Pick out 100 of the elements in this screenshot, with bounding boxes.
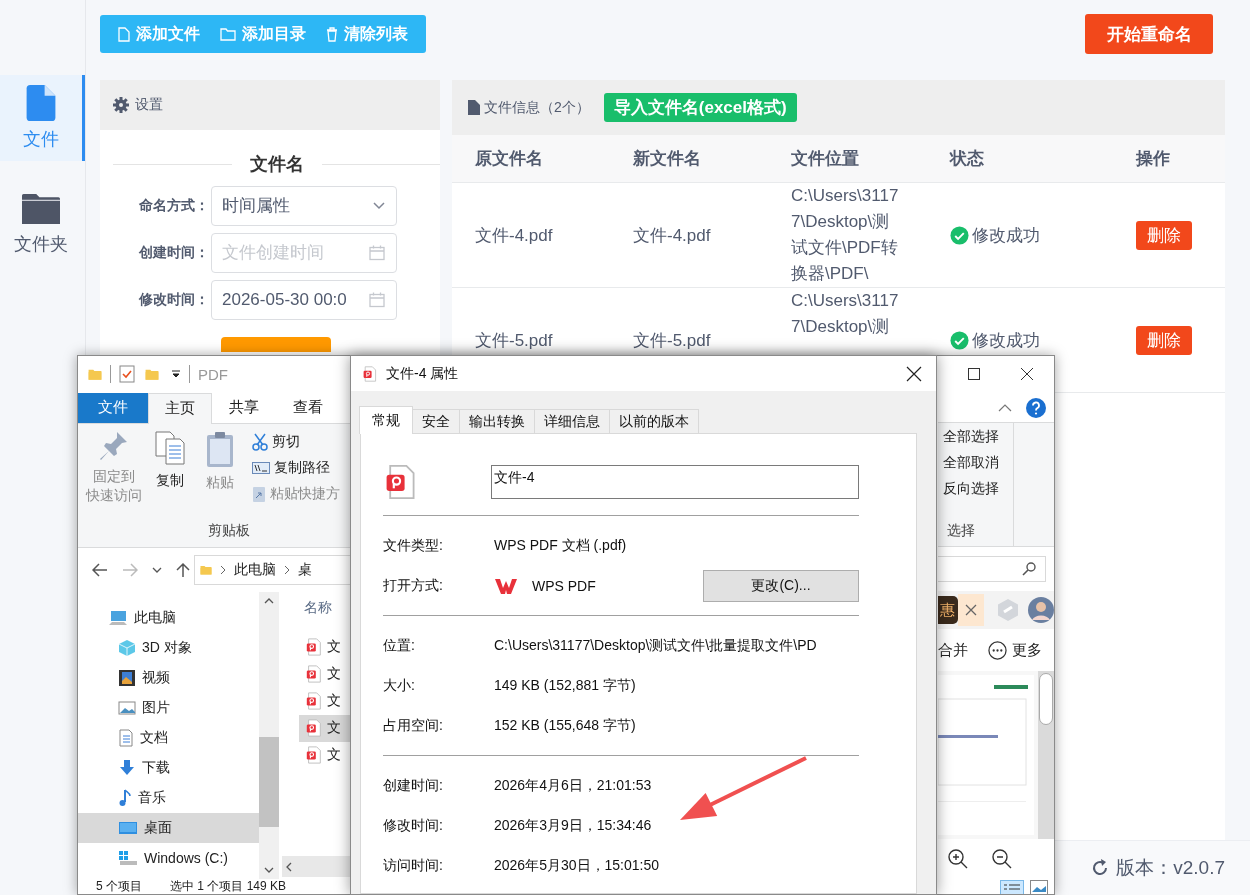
more-button[interactable]: 更多	[988, 640, 1042, 660]
nav-item[interactable]: 此电脑	[78, 602, 259, 633]
property-label: 位置:	[383, 637, 416, 655]
caret-up-icon	[264, 597, 274, 604]
scrollbar[interactable]	[259, 591, 279, 880]
delete-button[interactable]: 删除	[1136, 325, 1192, 355]
field-label: 修改时间：	[138, 290, 210, 309]
collapse-icon	[998, 403, 1012, 412]
calendar-icon	[369, 244, 385, 261]
file-item[interactable]: 文	[279, 687, 351, 715]
help-icon	[1026, 397, 1046, 418]
field-label: 命名方式：	[138, 196, 210, 215]
breadcrumb-item[interactable]: 桌	[298, 560, 312, 579]
file-item[interactable]: 文	[299, 714, 351, 742]
nav-item[interactable]: 图片	[78, 692, 259, 723]
table-cell-text: 文件-4.pdf	[633, 224, 712, 247]
ribbon-tab[interactable]: 查看	[276, 392, 340, 423]
nav-item[interactable]: 文档	[78, 722, 259, 753]
caret-left-icon	[286, 861, 292, 872]
dialog-tab[interactable]: 常规	[359, 406, 413, 434]
ribbon-button[interactable]: 全部取消	[943, 454, 1013, 481]
ribbon-button[interactable]: 全部选择	[943, 428, 1013, 455]
nav-item[interactable]: Windows (C:)	[78, 842, 259, 873]
dropdown-icon	[171, 370, 181, 379]
copy-icon	[154, 429, 186, 466]
property-value: WPS PDF	[532, 578, 596, 594]
file-item[interactable]: 文	[279, 633, 351, 661]
zoom-out-icon	[992, 849, 1012, 870]
column-header[interactable]: 名称	[279, 598, 351, 623]
ribbon-tab[interactable]: 文件	[78, 392, 148, 423]
property-label: 打开方式:	[383, 577, 444, 595]
nav-item[interactable]: 视频	[78, 662, 259, 693]
toolbar-button[interactable]: 合并	[938, 640, 968, 660]
folder-icon	[22, 192, 60, 226]
file-icon	[26, 85, 56, 121]
scrollbar[interactable]	[282, 856, 351, 878]
date-field[interactable]: 文件创建时间	[211, 232, 397, 273]
maximize-icon	[968, 368, 980, 381]
pdf-file-icon	[305, 692, 323, 711]
property-label: 创建时间:	[383, 777, 444, 795]
drive-icon	[118, 849, 138, 866]
zoom-in-icon	[948, 849, 968, 870]
action-button[interactable]	[221, 337, 331, 352]
group-label: 选择	[946, 521, 976, 541]
window-title: PDF	[198, 365, 228, 383]
start-rename-button[interactable]: 开始重命名	[1085, 14, 1213, 54]
date-field[interactable]: 2026-05-30 00:0	[211, 279, 397, 320]
panel-title: 设置	[135, 96, 163, 114]
status-text: 修改成功	[972, 224, 1040, 247]
scrollbar[interactable]	[1038, 671, 1054, 840]
cube-icon	[118, 638, 136, 657]
column-header: 操作	[1136, 148, 1171, 170]
delete-button[interactable]: 删除	[1136, 220, 1192, 250]
details-view-icon	[1000, 879, 1024, 894]
nav-item[interactable]: 桌面	[78, 812, 259, 843]
ribbon-button[interactable]: 复制路径	[252, 456, 340, 479]
nav-item[interactable]: 下载	[78, 752, 259, 783]
status-text: 修改成功	[972, 329, 1040, 352]
file-item[interactable]: 文	[279, 741, 351, 769]
name-field[interactable]: 文件-4	[491, 465, 859, 499]
trash-icon	[326, 26, 338, 42]
more-icon	[988, 640, 1007, 660]
back-arrow-icon	[92, 562, 108, 577]
window-title: 文件-4 属性	[386, 364, 459, 383]
nav-item[interactable]: 3D 对象	[78, 632, 259, 663]
column-header: 新文件名	[633, 148, 702, 170]
column-header: 原文件名	[475, 148, 544, 170]
dialog-tab[interactable]: 以前的版本	[609, 409, 699, 433]
file-item[interactable]: 文	[279, 660, 351, 688]
select-field[interactable]: 时间属性	[211, 185, 397, 226]
promo-badge[interactable]: 惠	[938, 596, 958, 625]
property-label: 大小:	[383, 677, 416, 695]
ribbon-tab[interactable]: 主页	[148, 392, 212, 424]
ribbon-button[interactable]: 剪切	[252, 430, 340, 453]
search-field[interactable]	[938, 556, 1046, 583]
property-label: 占用空间:	[383, 717, 444, 735]
panel-title: 文件信息（2个）	[484, 98, 590, 117]
ribbon-button[interactable]: 反向选择	[943, 480, 1013, 507]
property-value: 2026年3月9日，15:34:46	[494, 817, 652, 835]
table-cell-text: C:\Users\3117 7\Desktop\测	[791, 290, 900, 338]
property-value: 152 KB (155,648 字节)	[494, 717, 636, 735]
path-icon	[252, 461, 270, 474]
sidebar-item[interactable]: 文件夹	[0, 181, 85, 267]
pin-icon	[99, 429, 129, 462]
table-cell-text: C:\Users\3117 7\Desktop\测 试文件\PDF转 换器\PDF\	[791, 185, 900, 285]
change-button[interactable]: 更改(C)...	[703, 570, 859, 602]
pdf-file-icon	[362, 365, 378, 382]
document-icon	[468, 100, 480, 115]
desktop-icon	[118, 819, 138, 836]
ribbon-tab[interactable]: 共享	[212, 392, 276, 423]
forward-arrow-icon	[122, 562, 138, 577]
field-label: 创建时间：	[138, 243, 210, 262]
group-label: 剪贴板	[206, 521, 251, 540]
pdf-file-icon	[305, 638, 323, 657]
section-title: 文件名	[249, 153, 304, 176]
nav-item[interactable]: 音乐	[78, 782, 259, 813]
ribbon-button[interactable]: 复制	[148, 429, 192, 522]
chevron-right-icon	[284, 564, 290, 575]
breadcrumb-item[interactable]: 此电脑	[234, 560, 276, 579]
file-icon	[118, 26, 130, 42]
